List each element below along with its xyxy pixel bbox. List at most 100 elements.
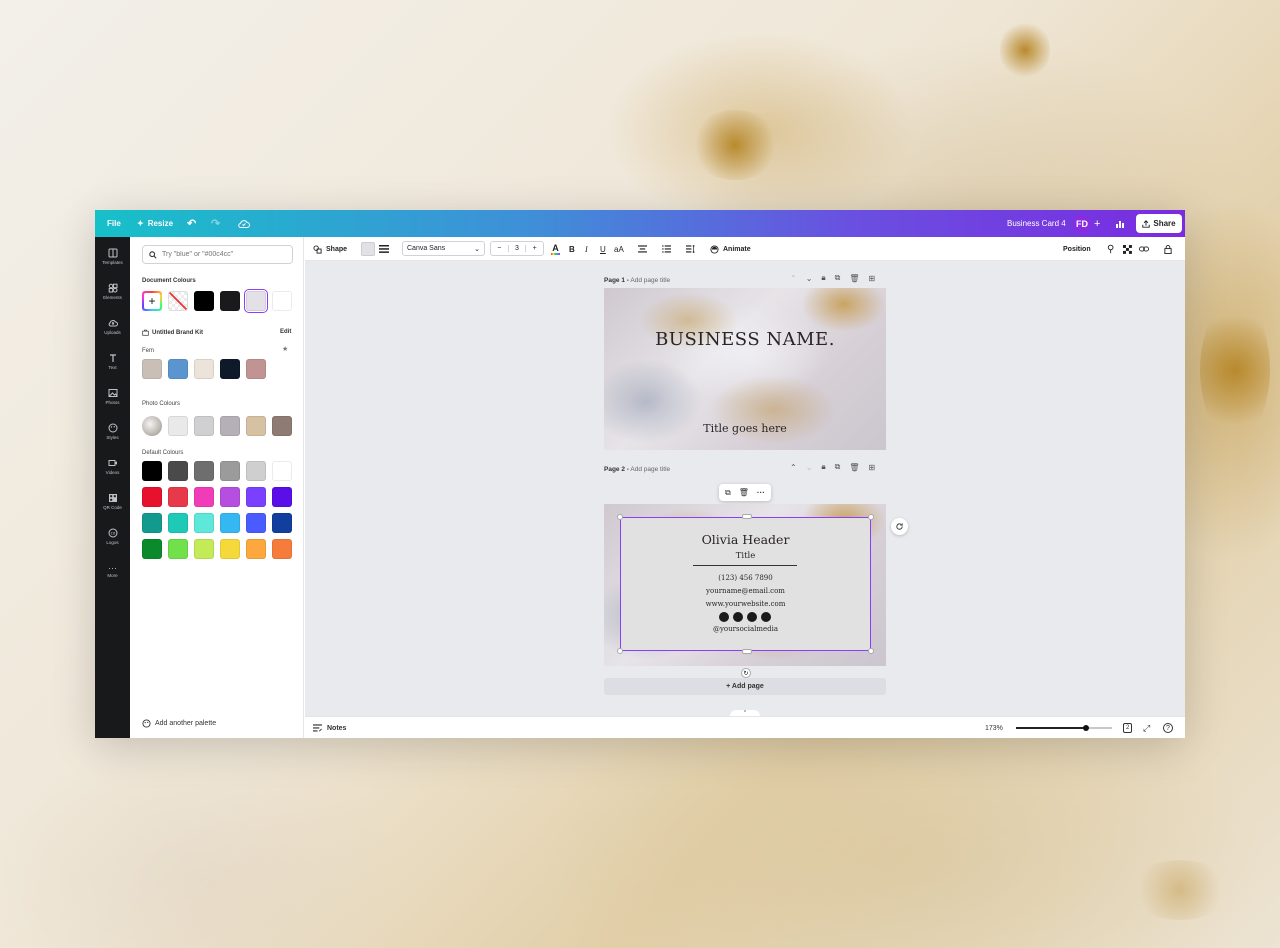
palette-colour-swatch[interactable] bbox=[246, 359, 266, 379]
add-page-title[interactable]: Add page title bbox=[630, 466, 670, 473]
duplicate-icon[interactable]: ⧉ bbox=[835, 273, 841, 283]
align-button[interactable] bbox=[638, 237, 647, 261]
notes-button[interactable]: Notes bbox=[313, 717, 346, 738]
font-select[interactable]: Canva Sans ⌄ bbox=[402, 241, 485, 256]
facebook-icon[interactable] bbox=[747, 612, 757, 622]
default-colour-swatch[interactable] bbox=[194, 461, 214, 481]
contact-title[interactable]: Title bbox=[621, 551, 870, 561]
contact-email[interactable]: yourname@email.com bbox=[621, 587, 870, 595]
add-page-button[interactable]: + Add page bbox=[604, 678, 886, 695]
duplicate-icon[interactable]: ⧉ bbox=[835, 462, 841, 472]
page-1-card[interactable]: BUSINESS NAME. Title goes here bbox=[604, 288, 886, 450]
share-button[interactable]: Share bbox=[1136, 214, 1182, 233]
subtitle-text[interactable]: Title goes here bbox=[604, 422, 886, 435]
photo-colour-swatch[interactable] bbox=[220, 416, 240, 436]
resize-handle[interactable] bbox=[617, 514, 623, 520]
page-2-card[interactable]: Olivia Header Title (123) 456 7890 yourn… bbox=[604, 504, 886, 666]
rail-more[interactable]: ··· More bbox=[95, 556, 130, 586]
trash-icon[interactable]: 🗑︎ bbox=[739, 488, 749, 497]
rail-text[interactable]: Text bbox=[95, 346, 130, 376]
default-colour-swatch[interactable] bbox=[246, 461, 266, 481]
more-options-icon[interactable]: ··· bbox=[757, 488, 765, 497]
transparent-swatch[interactable] bbox=[168, 291, 188, 311]
document-colour-swatch[interactable] bbox=[272, 291, 292, 311]
add-collaborator-button[interactable]: + bbox=[1094, 210, 1100, 237]
italic-button[interactable]: I bbox=[585, 237, 588, 261]
colour-search-field[interactable] bbox=[142, 245, 293, 264]
brand-kit-edit-link[interactable]: Edit bbox=[280, 329, 291, 335]
add-page-icon[interactable]: ⊞ bbox=[869, 274, 876, 283]
rail-videos[interactable]: Videos bbox=[95, 451, 130, 481]
default-colour-swatch[interactable] bbox=[272, 461, 292, 481]
avatar[interactable]: FD bbox=[1073, 215, 1091, 233]
photo-thumbnail[interactable] bbox=[142, 416, 162, 436]
default-colour-swatch[interactable] bbox=[220, 461, 240, 481]
magic-rewrite-button[interactable] bbox=[891, 518, 908, 535]
palette-colour-swatch[interactable] bbox=[168, 359, 188, 379]
add-palette-button[interactable]: Add another palette bbox=[142, 719, 216, 728]
default-colour-swatch[interactable] bbox=[142, 461, 162, 481]
photo-colour-swatch[interactable] bbox=[168, 416, 188, 436]
default-colour-swatch[interactable] bbox=[142, 513, 162, 533]
page-count-button[interactable]: 2 bbox=[1123, 717, 1133, 738]
add-colour-button[interactable]: + bbox=[142, 291, 162, 311]
undo-button[interactable]: ↶ bbox=[187, 210, 196, 237]
rail-logos[interactable]: co Logos bbox=[95, 521, 130, 551]
document-colour-swatch[interactable] bbox=[194, 291, 214, 311]
border-style-button[interactable] bbox=[379, 237, 389, 261]
decrease-size-button[interactable]: − bbox=[491, 245, 508, 252]
rotate-handle[interactable]: ↻ bbox=[741, 668, 751, 678]
photo-colour-swatch[interactable] bbox=[272, 416, 292, 436]
duplicate-icon[interactable]: ⧉ bbox=[725, 488, 731, 498]
bold-button[interactable]: B bbox=[569, 237, 575, 261]
selected-contact-box[interactable]: Olivia Header Title (123) 456 7890 yourn… bbox=[620, 517, 871, 651]
trash-icon[interactable]: 🗑︎ bbox=[849, 274, 859, 283]
animate-button[interactable]: Animate bbox=[710, 237, 751, 261]
text-colour-button[interactable]: A bbox=[551, 237, 560, 261]
underline-button[interactable]: U bbox=[600, 237, 606, 261]
default-colour-swatch[interactable] bbox=[168, 487, 188, 507]
contact-social[interactable]: @yoursocialmedia bbox=[621, 625, 870, 633]
default-colour-swatch[interactable] bbox=[142, 487, 162, 507]
rail-qr-code[interactable]: QR Code bbox=[95, 486, 130, 516]
default-colour-swatch[interactable] bbox=[246, 539, 266, 559]
shape-button[interactable]: Shape bbox=[313, 237, 347, 261]
pinterest-icon[interactable] bbox=[733, 612, 743, 622]
rail-elements[interactable]: Elements bbox=[95, 276, 130, 306]
default-colour-swatch[interactable] bbox=[220, 513, 240, 533]
default-colour-swatch[interactable] bbox=[168, 513, 188, 533]
spacing-button[interactable] bbox=[686, 237, 695, 261]
file-menu[interactable]: File bbox=[107, 210, 121, 237]
business-name-text[interactable]: BUSINESS NAME. bbox=[604, 329, 886, 350]
chevron-down-icon[interactable]: ⌄ bbox=[806, 274, 813, 283]
resize-handle[interactable] bbox=[868, 514, 874, 520]
format-painter-button[interactable]: ⚲ bbox=[1107, 237, 1114, 261]
photo-colour-swatch[interactable] bbox=[194, 416, 214, 436]
redo-button[interactable]: ↷ bbox=[211, 210, 220, 237]
link-button[interactable] bbox=[1139, 237, 1149, 261]
default-colour-swatch[interactable] bbox=[246, 513, 266, 533]
contact-website[interactable]: www.yourwebsite.com bbox=[621, 600, 870, 608]
default-colour-swatch[interactable] bbox=[272, 487, 292, 507]
rail-uploads[interactable]: Uploads bbox=[95, 311, 130, 341]
lock-icon[interactable]: 🔒︎ bbox=[821, 273, 825, 283]
font-size-value[interactable]: 3 bbox=[507, 245, 527, 252]
etsy-icon[interactable] bbox=[761, 612, 771, 622]
instagram-icon[interactable] bbox=[719, 612, 729, 622]
palette-colour-swatch[interactable] bbox=[142, 359, 162, 379]
chevron-up-icon[interactable]: ⌃ bbox=[790, 274, 797, 283]
zoom-slider-handle[interactable] bbox=[1083, 725, 1090, 731]
fill-colour-button[interactable] bbox=[361, 242, 375, 256]
resize-handle[interactable] bbox=[617, 648, 623, 654]
insights-button[interactable] bbox=[1115, 210, 1125, 237]
palette-colour-swatch[interactable] bbox=[194, 359, 214, 379]
chevron-up-icon[interactable]: ⌃ bbox=[790, 463, 797, 472]
colour-search-input[interactable] bbox=[162, 251, 282, 258]
list-button[interactable] bbox=[662, 237, 671, 261]
fullscreen-button[interactable]: ⤢ bbox=[1143, 717, 1150, 738]
default-colour-swatch[interactable] bbox=[272, 539, 292, 559]
document-colour-swatch[interactable] bbox=[220, 291, 240, 311]
document-title[interactable]: Business Card 4 bbox=[1007, 210, 1066, 237]
resize-handle[interactable] bbox=[868, 648, 874, 654]
cloud-save-button[interactable] bbox=[238, 210, 250, 237]
